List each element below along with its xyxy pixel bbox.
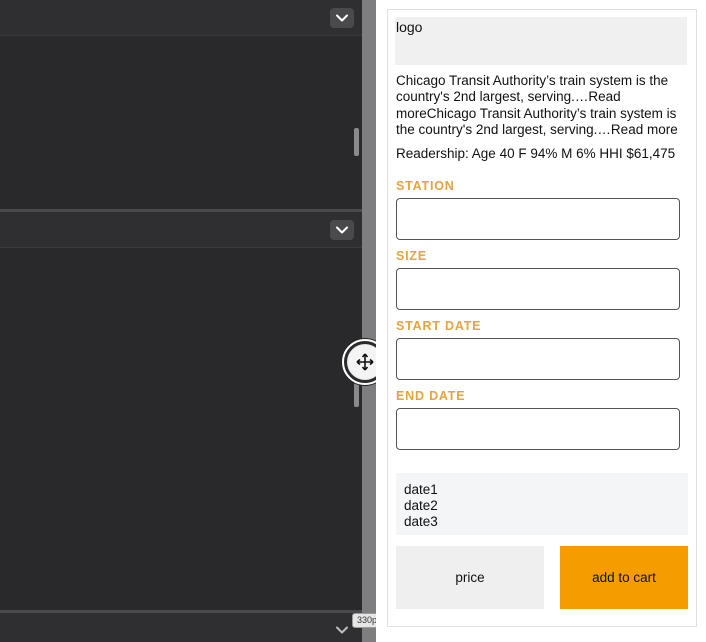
chevron-down-icon bbox=[336, 14, 348, 22]
code-editor-area bbox=[0, 0, 362, 642]
editor-panel-header-1[interactable] bbox=[0, 0, 362, 36]
logo-placeholder: logo bbox=[395, 17, 687, 65]
logo-text: logo bbox=[396, 19, 423, 35]
dates-list: date1 date2 date3 bbox=[396, 473, 688, 535]
chevron-down-icon bbox=[336, 226, 348, 234]
date-item: date3 bbox=[404, 514, 438, 529]
scrollbar-thumb-1[interactable] bbox=[354, 128, 359, 156]
editor-panel-header-2[interactable] bbox=[0, 212, 362, 248]
panel-collapse-button-3[interactable] bbox=[330, 620, 354, 640]
start-date-label: START DATE bbox=[396, 319, 482, 333]
price-label: price bbox=[455, 570, 485, 585]
product-card: logo Chicago Transit Authority’s train s… bbox=[387, 9, 697, 627]
add-to-cart-button[interactable]: add to cart bbox=[560, 546, 688, 609]
start-date-input[interactable] bbox=[396, 338, 680, 380]
end-date-input[interactable] bbox=[396, 408, 680, 450]
panel-collapse-button-2[interactable] bbox=[330, 220, 354, 240]
add-to-cart-label: add to cart bbox=[592, 570, 656, 585]
resize-gutter[interactable] bbox=[362, 0, 376, 642]
date-item: date1 bbox=[404, 482, 438, 497]
date-item: date2 bbox=[404, 498, 438, 513]
move-arrows-icon bbox=[356, 353, 374, 371]
end-date-label: END DATE bbox=[396, 389, 466, 403]
preview-pane: logo Chicago Transit Authority’s train s… bbox=[376, 0, 706, 642]
size-input[interactable] bbox=[396, 268, 680, 310]
chevron-down-icon bbox=[336, 626, 348, 634]
readership-info: Readership: Age 40 F 94% M 6% HHI $61,47… bbox=[396, 146, 676, 161]
editor-panel-body-2[interactable] bbox=[0, 249, 362, 610]
size-label: SIZE bbox=[396, 249, 427, 263]
panel-collapse-button-1[interactable] bbox=[330, 8, 354, 28]
product-description: Chicago Transit Authority’s train system… bbox=[396, 73, 678, 137]
station-label: STATION bbox=[396, 179, 455, 193]
editor-panel-header-3[interactable] bbox=[0, 613, 362, 642]
price-button[interactable]: price bbox=[396, 546, 544, 609]
editor-panel-body-1[interactable] bbox=[0, 37, 362, 209]
station-input[interactable] bbox=[396, 198, 680, 240]
